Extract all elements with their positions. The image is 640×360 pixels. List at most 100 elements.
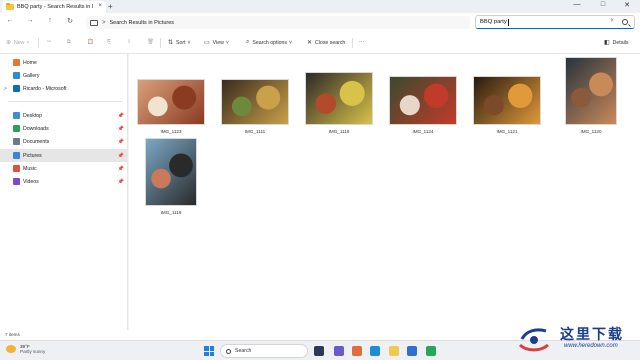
sidebar-item-label: Music: [23, 165, 37, 172]
divider: [160, 38, 161, 48]
watermark-url: www.heredown.com: [564, 343, 618, 349]
divider: [38, 38, 39, 48]
back-button[interactable]: ←: [4, 17, 16, 24]
up-button[interactable]: ↑: [44, 17, 56, 24]
pin-icon[interactable]: 📌: [118, 139, 124, 145]
watermark-text: 这里下载: [560, 327, 624, 343]
videos-icon: [13, 178, 20, 185]
maximize-button[interactable]: □: [596, 1, 610, 8]
sidebar-item-onedrive[interactable]: > Ricardo - Microsoft: [0, 82, 128, 95]
desktop-icon: [13, 112, 20, 119]
copy-button[interactable]: ⧉: [67, 39, 71, 46]
address-bar[interactable]: > Search Results in Pictures: [86, 16, 470, 29]
new-tab-button[interactable]: +: [108, 2, 113, 11]
breadcrumb[interactable]: Search Results in Pictures: [110, 20, 175, 26]
clear-search-icon[interactable]: ×: [610, 18, 614, 24]
file-item[interactable]: IMG_1116: [305, 72, 373, 134]
start-button[interactable]: [204, 346, 214, 356]
expand-icon[interactable]: >: [4, 86, 7, 92]
pin-icon[interactable]: 📌: [118, 113, 124, 119]
pin-icon[interactable]: 📌: [118, 166, 124, 172]
chevron-down-icon: ˅: [187, 39, 191, 46]
paste-button[interactable]: 📋: [87, 39, 93, 45]
search-icon[interactable]: [622, 19, 628, 25]
image-thumbnail[interactable]: [473, 76, 541, 125]
share-button[interactable]: ⇪: [127, 39, 131, 45]
image-thumbnail[interactable]: [221, 79, 289, 125]
sort-button[interactable]: ⇅ Sort ˅: [168, 39, 191, 47]
file-item[interactable]: IMG_1120: [565, 57, 617, 134]
chevron-down-icon: ˅: [26, 39, 30, 46]
sort-label: Sort: [176, 39, 186, 46]
details-pane-icon: ◧: [604, 40, 610, 46]
sidebar-item-videos[interactable]: Videos 📌: [0, 175, 128, 188]
search-input[interactable]: BBQ party ×: [475, 15, 635, 29]
search-options-icon: ⌕: [246, 39, 250, 45]
chevron-down-icon: ˅: [288, 39, 293, 46]
downloads-icon: [13, 125, 20, 132]
file-item[interactable]: IMG_1121: [473, 76, 541, 134]
search-query[interactable]: BBQ party: [480, 19, 507, 25]
sidebar-item-home[interactable]: Home: [0, 56, 128, 69]
taskbar-search[interactable]: Search: [220, 344, 308, 358]
file-item[interactable]: IMG_1124: [389, 76, 457, 134]
details-label: Details: [612, 39, 629, 46]
tab-close-icon[interactable]: ×: [98, 3, 102, 9]
image-thumbnail[interactable]: [565, 57, 617, 125]
task-view-icon[interactable]: [314, 346, 324, 356]
chevron-right-icon[interactable]: >: [102, 20, 106, 26]
plus-icon: ⊕: [6, 40, 12, 46]
weather-icon: [6, 345, 16, 353]
refresh-button[interactable]: ↻: [64, 17, 76, 25]
sidebar-item-label: Videos: [23, 178, 39, 185]
divider: [352, 38, 353, 48]
image-thumbnail[interactable]: [389, 76, 457, 125]
documents-icon: [13, 138, 20, 145]
monitor-icon: [90, 19, 98, 26]
search-options-button[interactable]: ⌕ Search options ˅: [246, 39, 292, 46]
close-icon: ✕: [307, 40, 313, 46]
view-icon: ▭: [204, 40, 210, 46]
weather-widget[interactable]: 39°F Partly sunny: [6, 344, 45, 354]
cut-button[interactable]: ✂: [47, 39, 51, 45]
store-icon[interactable]: [407, 346, 417, 356]
sidebar-item-downloads[interactable]: Downloads 📌: [0, 122, 128, 135]
rename-button[interactable]: ⎘: [107, 39, 111, 46]
minimize-button[interactable]: —: [570, 1, 584, 8]
new-button[interactable]: ⊕ New ˅: [6, 39, 30, 47]
sidebar-item-pictures[interactable]: Pictures 📌: [0, 149, 128, 162]
image-thumbnail[interactable]: [305, 72, 373, 125]
delete-button[interactable]: 🗑: [147, 39, 154, 45]
cloud-icon: [13, 85, 20, 92]
file-item[interactable]: IMG_1119: [145, 138, 197, 215]
edge-icon[interactable]: [370, 346, 380, 356]
sidebar-item-gallery[interactable]: Gallery: [0, 69, 128, 82]
sidebar-item-documents[interactable]: Documents 📌: [0, 135, 128, 148]
image-thumbnail[interactable]: [145, 138, 197, 206]
item-count: 7 items: [5, 332, 20, 337]
file-item[interactable]: IMG_1123: [137, 79, 205, 134]
text-cursor: [507, 18, 509, 26]
copilot-icon[interactable]: [352, 346, 362, 356]
pin-icon[interactable]: 📌: [118, 179, 124, 185]
watermark: 这里下载 www.heredown.com: [512, 321, 640, 360]
details-button[interactable]: ◧ Details: [604, 39, 629, 47]
tab-bbq-party[interactable]: BBQ party - Search Results in I ×: [2, 1, 106, 13]
image-thumbnail[interactable]: [137, 79, 205, 125]
file-item[interactable]: IMG_1111: [221, 79, 289, 134]
pin-icon[interactable]: 📌: [118, 153, 124, 159]
view-button[interactable]: ▭ View ˅: [204, 39, 229, 47]
app-icon[interactable]: [426, 346, 436, 356]
sidebar-item-desktop[interactable]: Desktop 📌: [0, 109, 128, 122]
close-search-label: Close search: [315, 39, 346, 46]
sidebar-item-label: Downloads: [23, 125, 49, 132]
sidebar-item-music[interactable]: Music 📌: [0, 162, 128, 175]
close-search-button[interactable]: ✕ Close search: [307, 39, 346, 47]
pin-icon[interactable]: 📌: [118, 126, 124, 132]
view-label: View: [212, 39, 224, 46]
file-explorer-icon[interactable]: [389, 346, 399, 356]
close-window-button[interactable]: ✕: [620, 1, 634, 9]
more-options-button[interactable]: ···: [359, 39, 364, 45]
teams-icon[interactable]: [334, 346, 344, 356]
forward-button[interactable]: →: [24, 17, 36, 24]
